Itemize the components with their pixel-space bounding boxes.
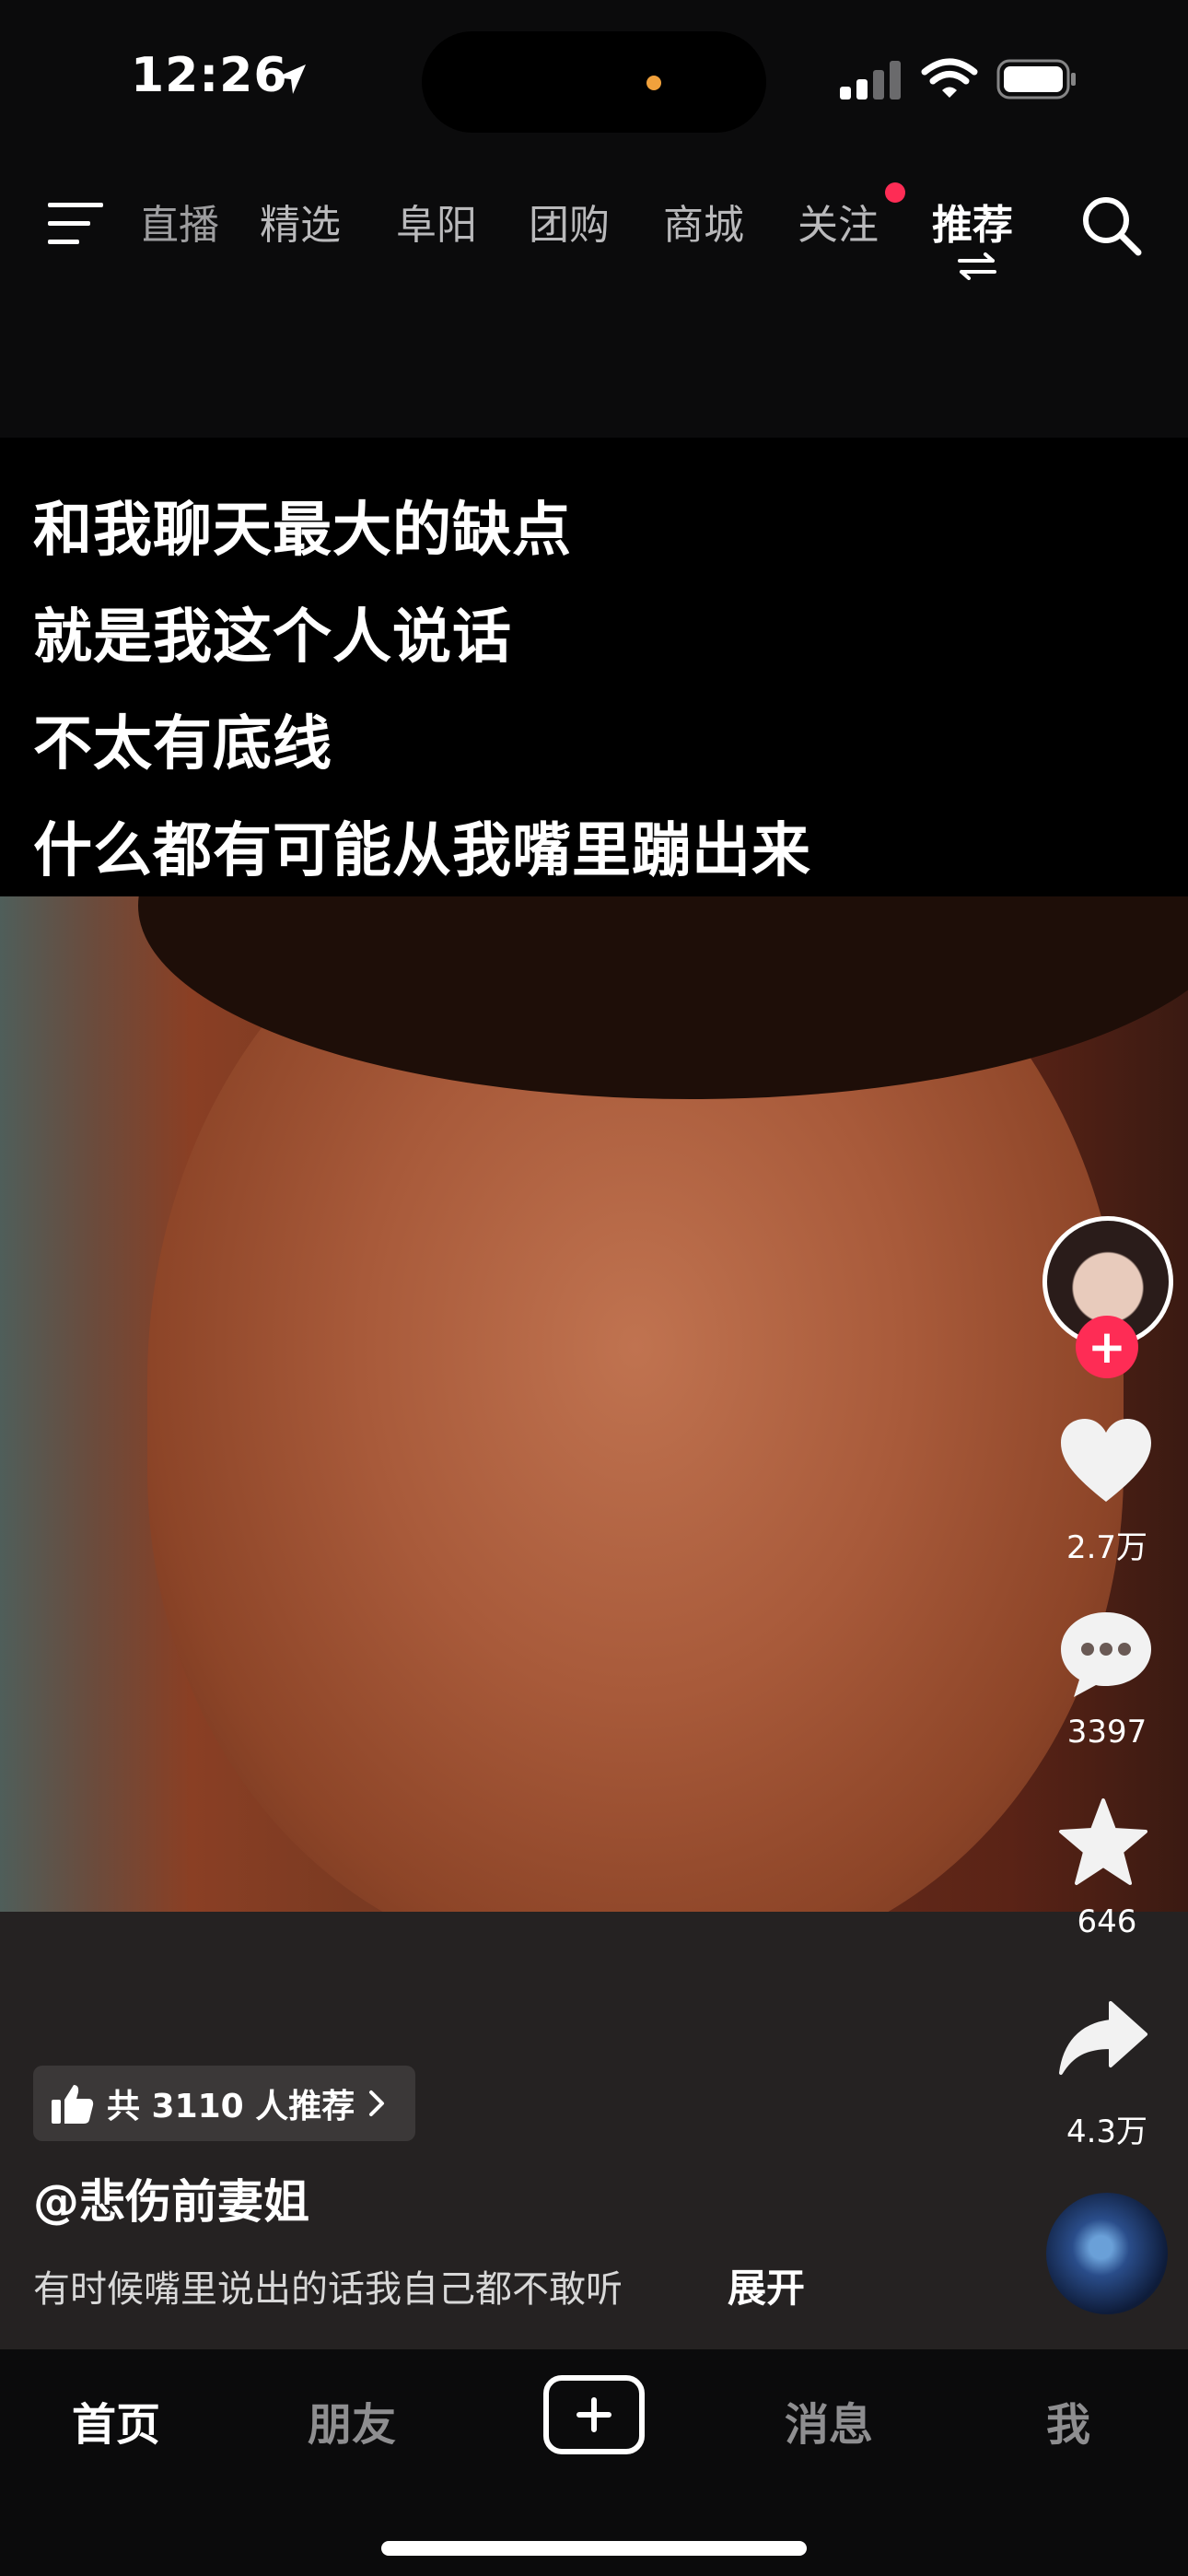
caption-line: 不太有底线: [33, 710, 332, 779]
caption-line: 什么都有可能从我嘴里蹦出来: [33, 817, 811, 885]
post-description: 有时候嘴里说出的话我自己都不敢听: [33, 2268, 623, 2311]
notification-dot: [885, 182, 905, 203]
wifi-icon: [921, 58, 978, 98]
tab-group-buy[interactable]: 团购: [529, 192, 610, 251]
camera-indicator-dot: [646, 76, 661, 90]
menu-icon[interactable]: [48, 201, 107, 247]
comment-icon[interactable]: [1057, 1609, 1155, 1701]
tab-friends[interactable]: 朋友: [308, 2388, 396, 2453]
recommend-count-text: 共 3110 人推荐: [107, 2088, 355, 2125]
tab-recommend[interactable]: 推荐: [932, 192, 1013, 251]
tab-local-city[interactable]: 阜阳: [396, 192, 477, 251]
chevron-right-icon: [369, 2090, 385, 2116]
recommend-pill[interactable]: 共 3110 人推荐: [33, 2066, 416, 2141]
music-disc[interactable]: [1046, 2193, 1168, 2314]
battery-icon: [996, 59, 1076, 100]
search-icon[interactable]: [1079, 193, 1144, 258]
author-name[interactable]: @悲伤前妻姐: [33, 2165, 309, 2231]
home-indicator[interactable]: [381, 2541, 807, 2556]
status-time: 12:26: [131, 48, 288, 103]
tab-mall[interactable]: 商城: [663, 192, 744, 251]
tab-me[interactable]: 我: [1046, 2388, 1090, 2453]
tab-live[interactable]: 直播: [144, 192, 219, 251]
expand-description-button[interactable]: 展开: [728, 2257, 805, 2313]
favorite-count: 646: [1077, 1903, 1137, 1940]
caption-line: 和我聊天最大的缺点: [33, 497, 572, 565]
share-arrow-icon[interactable]: [1057, 1999, 1149, 2077]
follow-plus-button[interactable]: +: [1076, 1316, 1138, 1378]
heart-icon[interactable]: [1057, 1417, 1155, 1505]
share-count: 4.3万: [1066, 2113, 1148, 2150]
dynamic-island: [422, 31, 766, 133]
location-arrow-icon: [276, 64, 306, 94]
create-post-button[interactable]: [543, 2375, 645, 2454]
tab-following[interactable]: 关注: [798, 192, 879, 251]
tab-messages[interactable]: 消息: [785, 2388, 873, 2453]
cellular-signal-icon: [840, 61, 901, 100]
comment-count: 3397: [1066, 1714, 1147, 1751]
plus-icon: [577, 2397, 611, 2432]
video-frame: [0, 896, 1188, 1912]
tab-featured[interactable]: 精选: [260, 192, 341, 251]
thumbs-up-icon: [52, 2085, 94, 2124]
caption-line: 就是我这个人说话: [33, 603, 512, 672]
swap-arrows-icon: [958, 252, 996, 280]
tab-home[interactable]: 首页: [72, 2388, 160, 2453]
like-count: 2.7万: [1066, 1529, 1148, 1566]
star-icon[interactable]: [1057, 1797, 1149, 1889]
